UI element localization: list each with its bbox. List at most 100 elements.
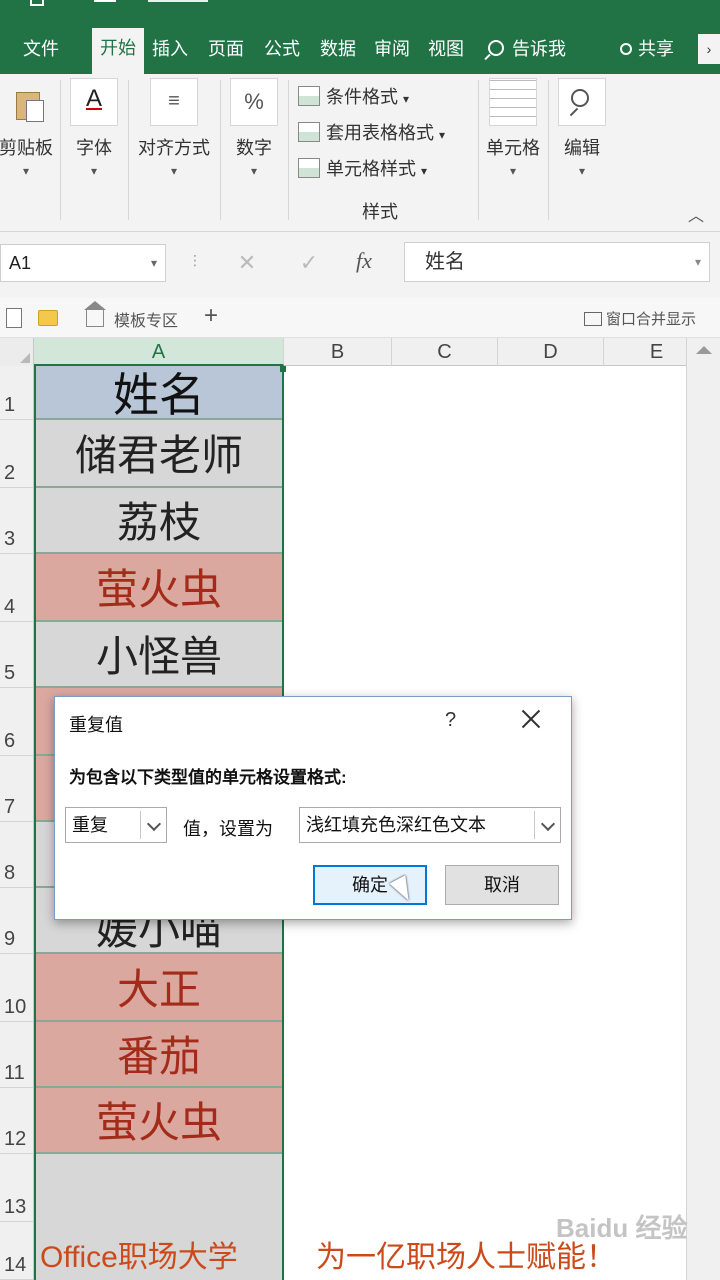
cell-a4[interactable]: 萤火虫 (36, 554, 282, 622)
conditional-formatting-button[interactable]: 条件格式 ▾ (298, 82, 409, 112)
duplicate-values-dialog: 重复值 ? 为包含以下类型值的单元格设置格式: 重复 值，设置为 浅红填充色深红… (54, 696, 572, 920)
row-header[interactable]: 8 (0, 822, 34, 888)
cancel-button[interactable]: 取消 (445, 865, 559, 905)
tab-insert[interactable]: 插入 (146, 34, 194, 74)
save-icon[interactable] (30, 0, 44, 6)
paste-icon (2, 78, 50, 126)
cell-a10[interactable]: 大正 (36, 954, 282, 1022)
number-group[interactable]: % 数字 ▾ (226, 78, 282, 178)
chevron-down-icon[interactable] (140, 811, 166, 839)
name-box-value: A1 (9, 253, 32, 273)
row-header[interactable]: 14 (0, 1222, 34, 1280)
row-header[interactable]: 12 (0, 1088, 34, 1154)
row-header[interactable]: 13 (0, 1154, 34, 1222)
cells-group[interactable]: 单元格 ▾ (482, 78, 544, 178)
drag-handle-icon[interactable]: ⋮ (188, 252, 202, 269)
row-header[interactable]: 7 (0, 756, 34, 822)
vertical-scrollbar[interactable] (686, 338, 720, 1280)
chevron-down-icon[interactable] (534, 811, 560, 839)
new-document-icon[interactable] (6, 308, 22, 328)
template-tab[interactable]: 模板专区 (114, 307, 178, 331)
alignment-group[interactable]: ≡ 对齐方式 ▾ (132, 78, 216, 178)
title-bar (0, 0, 720, 24)
cells-icon (489, 78, 537, 126)
ribbon-home: 剪贴板 ▾ A 字体 ▾ ≡ 对齐方式 ▾ % 数字 ▾ 条件格式 ▾ 套用表格… (0, 74, 720, 232)
ribbon-scroll-right[interactable]: › (698, 34, 720, 64)
cell-a3[interactable]: 荔枝 (36, 488, 282, 554)
share-button[interactable]: 共享 (620, 34, 674, 64)
cell-a2[interactable]: 储君老师 (36, 420, 282, 488)
tab-page-layout[interactable]: 页面 (200, 34, 252, 74)
baidu-logo: Baidu 经验 (556, 1213, 688, 1243)
align-icon: ≡ (150, 78, 198, 126)
row-header[interactable]: 9 (0, 888, 34, 954)
editing-group[interactable]: 编辑 ▾ (554, 78, 610, 178)
select-all-corner[interactable] (0, 338, 34, 366)
divider (288, 80, 289, 220)
row-header[interactable]: 5 (0, 622, 34, 688)
value-type-select[interactable]: 重复 (65, 807, 167, 843)
column-header-c[interactable]: C (392, 338, 498, 366)
chevron-down-icon: ▾ (509, 164, 517, 178)
close-icon[interactable] (519, 707, 543, 731)
clipboard-label: 剪贴板 (0, 138, 53, 158)
formula-input[interactable]: 姓名 ▾ (404, 242, 710, 282)
tab-file[interactable]: 文件 (10, 34, 72, 74)
column-header-d[interactable]: D (498, 338, 604, 366)
chevron-down-icon[interactable]: ▾ (151, 245, 157, 281)
workbook-tab-strip: 模板专区 + 窗口合并显示 (0, 298, 720, 338)
cancel-entry-icon[interactable]: ✕ (232, 248, 262, 278)
quick-access-icon[interactable] (94, 0, 116, 2)
insert-function-icon[interactable]: fx (356, 248, 372, 274)
formula-value: 姓名 (425, 251, 465, 273)
font-group[interactable]: A 字体 ▾ (66, 78, 122, 178)
cell-a12[interactable]: 萤火虫 (36, 1088, 282, 1154)
column-header-a[interactable]: A (34, 338, 284, 366)
format-as-table-button[interactable]: 套用表格格式 ▾ (298, 118, 445, 148)
row-header[interactable]: 2 (0, 420, 34, 488)
cell-a11[interactable]: 番茄 (36, 1022, 282, 1088)
folder-icon[interactable] (38, 310, 58, 326)
row-header[interactable]: 6 (0, 688, 34, 756)
format-text: 浅红填充色深红色文本 (306, 815, 486, 835)
divider (548, 80, 549, 220)
find-icon (558, 78, 606, 126)
tab-formulas[interactable]: 公式 (256, 34, 308, 74)
window-icon (584, 312, 602, 326)
chevron-down-icon: ▾ (250, 164, 258, 178)
format-select[interactable]: 浅红填充色深红色文本 (299, 807, 561, 843)
scroll-up-icon[interactable] (696, 346, 712, 354)
chevron-down-icon[interactable]: ▾ (695, 243, 701, 281)
conditional-format-icon (298, 86, 320, 107)
row-header[interactable]: 3 (0, 488, 34, 554)
cell-a5[interactable]: 小怪兽 (36, 622, 282, 688)
ribbon-tabs: 文件 开始 插入 页面 公式 数据 审阅 视图 告诉我 共享 › (0, 24, 720, 74)
fill-handle[interactable] (280, 366, 286, 372)
cell-value: 萤火虫 (95, 566, 222, 613)
row-header[interactable]: 4 (0, 554, 34, 622)
column-header-b[interactable]: B (284, 338, 392, 366)
tab-home[interactable]: 开始 (92, 28, 144, 74)
table-format-label: 套用表格格式 (326, 123, 434, 143)
merge-windows-button[interactable]: 窗口合并显示 (584, 308, 696, 329)
cell-a1[interactable]: 姓名 (36, 366, 282, 421)
collapse-ribbon-icon[interactable]: ︿ (688, 202, 704, 226)
help-icon[interactable]: ? (445, 709, 456, 732)
cell-styles-button[interactable]: 单元格样式 ▾ (298, 154, 427, 184)
tab-review[interactable]: 审阅 (366, 34, 418, 74)
row-header[interactable]: 10 (0, 954, 34, 1022)
search-icon (488, 40, 504, 56)
tab-data[interactable]: 数据 (312, 34, 364, 74)
row-header[interactable]: 1 (0, 366, 34, 420)
add-tab-button[interactable]: + (204, 302, 218, 330)
chevron-down-icon: ▾ (22, 164, 30, 178)
row-header[interactable]: 11 (0, 1022, 34, 1088)
tab-view[interactable]: 视图 (420, 34, 472, 74)
clipboard-group[interactable]: 剪贴板 ▾ (0, 78, 66, 178)
divider (60, 80, 61, 220)
home-icon[interactable] (84, 301, 106, 327)
cell-value: 番茄 (116, 1033, 201, 1080)
tell-me-search[interactable]: 告诉我 (488, 34, 566, 64)
confirm-entry-icon[interactable]: ✓ (294, 248, 324, 278)
name-box[interactable]: A1 ▾ (0, 244, 166, 282)
